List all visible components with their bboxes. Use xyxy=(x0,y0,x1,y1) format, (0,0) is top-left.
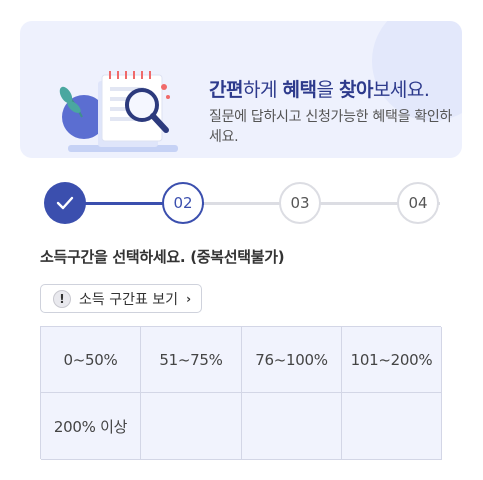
chevron-right-icon: › xyxy=(186,291,192,306)
step-1-complete xyxy=(44,182,86,224)
question-title: 소득구간을 선택하세요. (중복선택불가) xyxy=(40,248,285,266)
option-76-100[interactable]: 76~100% xyxy=(242,327,342,393)
empty-cell xyxy=(141,393,242,460)
empty-cell xyxy=(342,393,442,460)
check-icon xyxy=(56,196,74,210)
option-101-200[interactable]: 101~200% xyxy=(342,327,442,393)
document-search-illustration-icon xyxy=(59,71,178,152)
empty-cell xyxy=(242,393,342,460)
hero-banner: 간편하게 혜택을 찾아보세요. 질문에 답하시고 신청가능한 혜택을 확인하세요… xyxy=(20,21,462,158)
step-2-current: 02 xyxy=(162,182,204,224)
progress-stepper: 02 03 04 xyxy=(44,182,440,224)
banner-description: 질문에 답하시고 신청가능한 혜택을 확인하세요. xyxy=(209,109,453,145)
step-4: 04 xyxy=(397,182,439,224)
income-option-grid: 0~50% 51~75% 76~100% 101~200% 200% 이상 xyxy=(40,326,442,460)
exclamation-icon: ! xyxy=(53,289,71,308)
option-0-50[interactable]: 0~50% xyxy=(41,327,141,393)
banner-decoration xyxy=(372,21,462,121)
banner-title: 간편하게 혜택을 찾아보세요. xyxy=(209,79,430,101)
option-200-plus[interactable]: 200% 이상 xyxy=(41,393,141,460)
step-3: 03 xyxy=(279,182,321,224)
option-51-75[interactable]: 51~75% xyxy=(141,327,242,393)
income-table-button[interactable]: ! 소득 구간표 보기 › xyxy=(40,284,203,313)
income-table-button-label: 소득 구간표 보기 xyxy=(79,291,179,308)
